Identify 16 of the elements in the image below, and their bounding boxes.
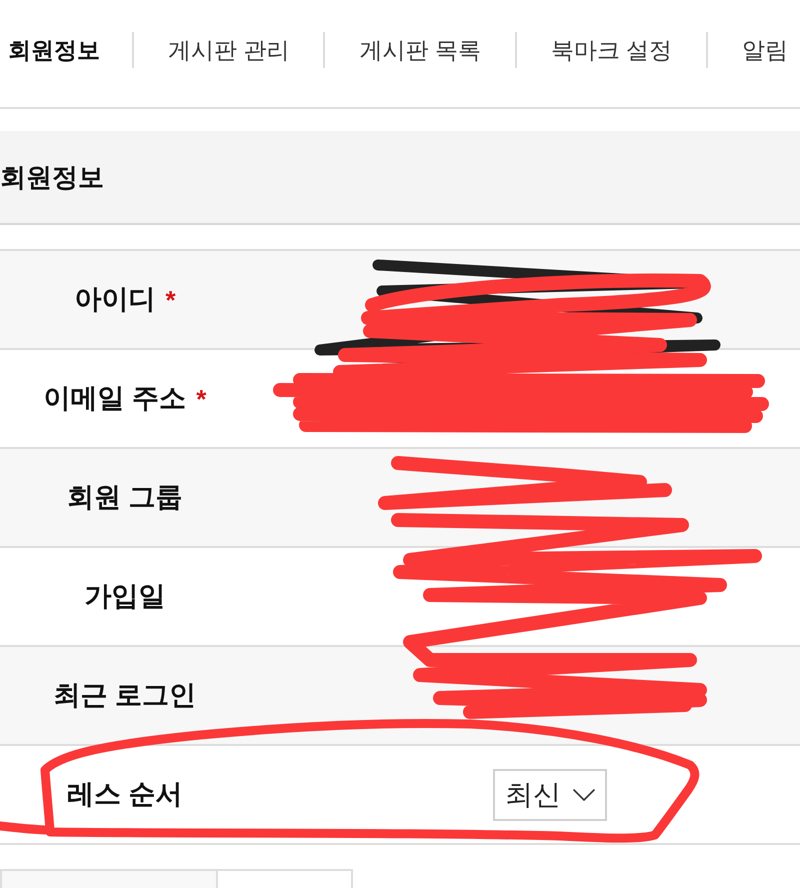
field-label: 아이디 [74, 286, 156, 313]
field-label: 레스 순서 [67, 781, 183, 808]
required-mark: * [165, 286, 176, 312]
tab[interactable]: 게시판 관리 [134, 31, 324, 69]
sort-select[interactable]: 최신 [493, 768, 607, 820]
field-label: 회원 그룹 [67, 484, 183, 511]
field-label: 가입일 [84, 583, 166, 610]
field-label: 이메일 주소 [44, 385, 186, 412]
field-label: 최근 로그인 [54, 682, 196, 709]
tab[interactable]: 회원정보 [8, 31, 132, 69]
tab[interactable]: 북마크 설정 [516, 31, 706, 69]
tab[interactable]: 알림 [708, 31, 800, 69]
tab[interactable]: 게시판 목록 [325, 31, 515, 69]
chevron-down-icon [573, 788, 595, 800]
required-mark: * [196, 386, 206, 412]
section-title: 회원정보 [0, 164, 104, 190]
